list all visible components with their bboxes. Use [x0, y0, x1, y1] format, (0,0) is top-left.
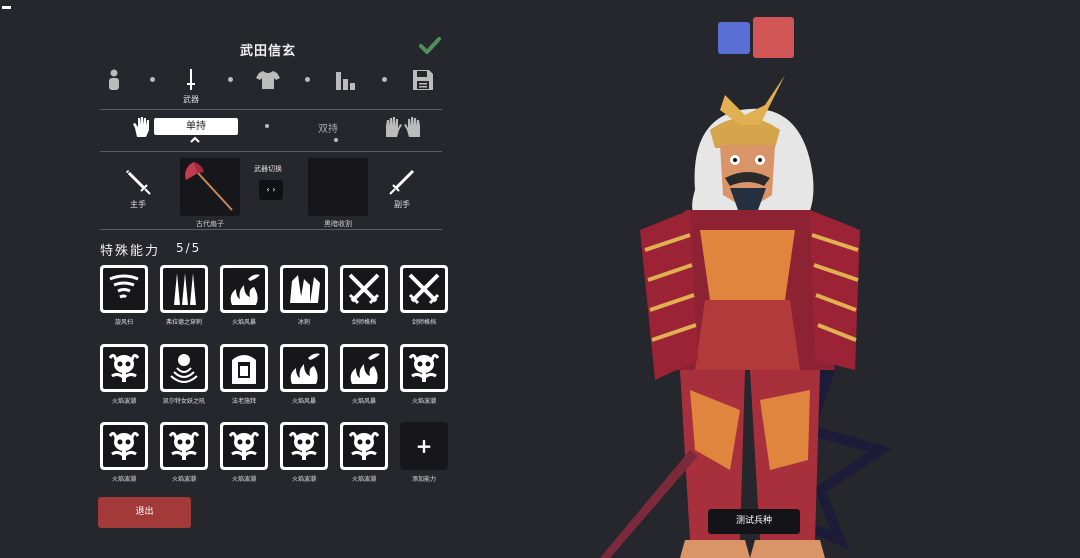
tab-clothing[interactable]	[256, 68, 280, 92]
tab-weapons[interactable]	[179, 68, 203, 92]
ability-fire-wave[interactable]	[340, 422, 388, 470]
unit-name-title: 武田信玄	[239, 44, 296, 59]
skull-wave-icon	[108, 353, 140, 382]
grip-separator-dot	[265, 124, 269, 128]
shirt-icon	[256, 71, 280, 89]
stats-icon	[336, 72, 355, 90]
ability-fire-storm[interactable]	[220, 265, 268, 313]
spikes-icon	[174, 273, 196, 305]
sword-icon	[187, 69, 195, 90]
weapon-swap-button[interactable]: ‹ ›	[259, 180, 283, 200]
single-hand-icon[interactable]	[132, 116, 152, 138]
divider	[100, 229, 442, 230]
add-ability-label: 添加能力	[411, 476, 436, 483]
tab-separator-dot	[382, 77, 387, 82]
skull-wave-icon	[108, 431, 140, 460]
abilities-count: 5/5	[176, 241, 202, 255]
fire-storm-icon	[290, 353, 320, 384]
ability-fire-wave[interactable]	[160, 422, 208, 470]
exit-button[interactable]: 退出	[98, 497, 191, 528]
unit-editor-panel: 武田信玄 武器 单持 双持 主手 古代扇子 武器切换 ‹ › 黑暗收割 副手 特…	[98, 30, 448, 500]
test-unit-button[interactable]: 测试兵种	[708, 509, 800, 534]
editor-tabs: 武器	[98, 68, 444, 106]
divider	[100, 151, 442, 152]
save-icon	[413, 70, 433, 90]
confirm-check-icon[interactable]	[418, 34, 442, 58]
ability-parry[interactable]	[400, 265, 448, 313]
ability-label: 火焰波潮	[411, 398, 436, 405]
ability-fire-wave[interactable]	[400, 344, 448, 392]
ability-fire-storm[interactable]	[340, 344, 388, 392]
weapon-slots: 主手 古代扇子 武器切换 ‹ › 黑暗收割 副手	[98, 156, 444, 232]
tab-weapons-label: 武器	[183, 95, 199, 104]
grip-selector: 单持 双持	[98, 114, 444, 150]
off-weapon-name: 黑暗收割	[324, 220, 352, 228]
fire-storm-icon	[350, 353, 380, 384]
abilities-title: 特殊能力	[100, 244, 161, 259]
banshee-icon	[170, 354, 198, 383]
crossed-swords-icon	[408, 273, 440, 305]
ability-fire-wave[interactable]	[100, 344, 148, 392]
skull-wave-icon	[408, 353, 440, 382]
chevron-up-icon	[190, 136, 200, 143]
main-weapon-slot[interactable]	[180, 158, 240, 216]
off-hand-sword-icon	[389, 169, 415, 195]
skull-wave-icon	[288, 431, 320, 460]
ability-parry[interactable]	[340, 265, 388, 313]
tab-separator-dot	[305, 77, 310, 82]
ability-fire-wave[interactable]	[220, 422, 268, 470]
body-icon	[109, 69, 119, 90]
grip-dual-button[interactable]: 双持	[318, 120, 338, 135]
off-weapon-slot[interactable]	[308, 158, 368, 216]
tab-save[interactable]	[411, 68, 435, 92]
crossed-swords-icon	[348, 273, 380, 305]
ability-tornado[interactable]	[100, 265, 148, 313]
weapon-swap-title: 武器切换	[254, 165, 282, 173]
skull-wave-icon	[348, 431, 380, 460]
pharaoh-icon	[232, 355, 256, 384]
fire-storm-icon	[230, 274, 260, 305]
team-color-blue-swatch[interactable]	[718, 22, 750, 54]
tab-separator-dot	[228, 77, 233, 82]
add-ability-button[interactable]: +	[400, 422, 448, 470]
skull-wave-icon	[228, 431, 260, 460]
ability-impale[interactable]	[160, 265, 208, 313]
team-color-red-swatch[interactable]	[753, 17, 794, 58]
ability-ice-spike[interactable]	[280, 265, 328, 313]
ability-pharaoh[interactable]	[220, 344, 268, 392]
tornado-icon	[109, 274, 139, 299]
grip-dual-dot	[334, 138, 338, 142]
main-hand-label: 主手	[130, 200, 146, 209]
main-hand-sword-icon	[125, 169, 151, 195]
fan-weapon-icon	[185, 162, 233, 211]
unit-preview-samurai[interactable]	[580, 70, 920, 558]
ability-fire-wave[interactable]	[100, 422, 148, 470]
tab-body[interactable]	[102, 68, 126, 92]
window-corner-mark	[2, 6, 11, 9]
tab-separator-dot	[150, 77, 155, 82]
ability-fire-wave[interactable]	[280, 422, 328, 470]
divider	[100, 109, 442, 110]
off-hand-label: 副手	[394, 200, 410, 209]
ability-banshee[interactable]	[160, 344, 208, 392]
grip-single-button[interactable]: 单持	[154, 118, 238, 135]
ice-spike-icon	[290, 275, 320, 303]
skull-wave-icon	[168, 431, 200, 460]
tab-stats[interactable]	[334, 68, 358, 92]
main-weapon-name: 古代扇子	[196, 220, 224, 228]
ability-label: 剑师格挡	[411, 319, 436, 326]
dual-hand-icon[interactable]	[384, 116, 422, 138]
ability-fire-storm[interactable]	[280, 344, 328, 392]
